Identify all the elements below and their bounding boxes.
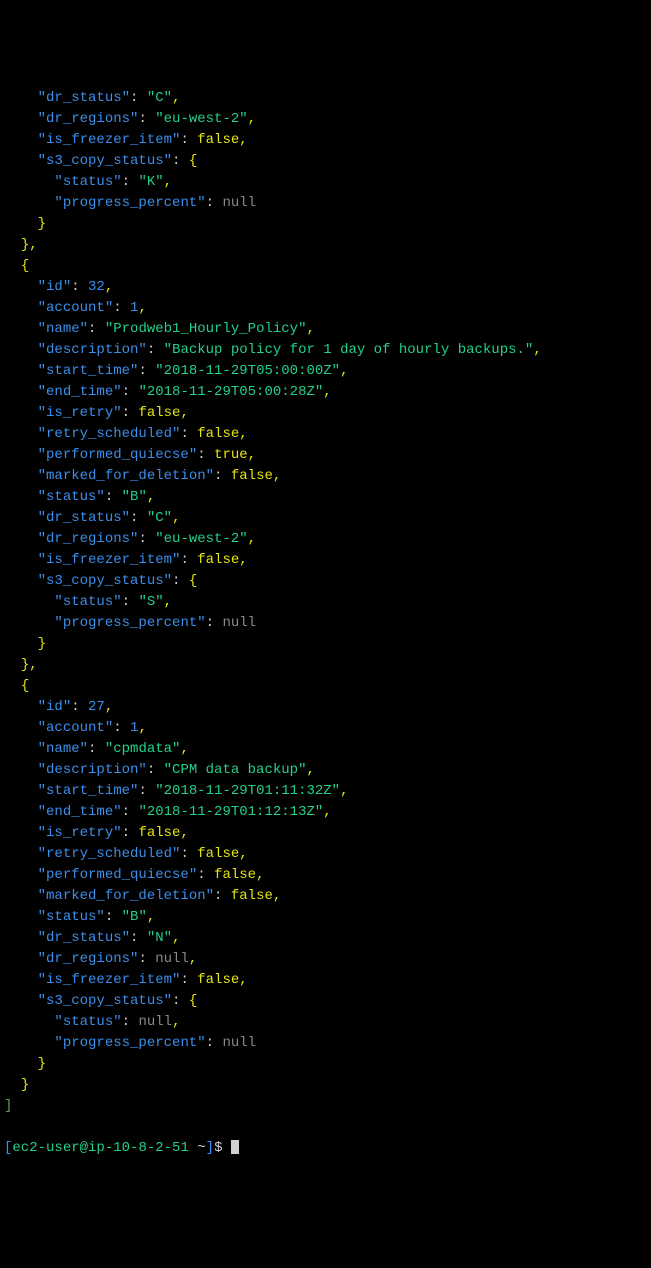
prompt-host: ip-10-8-2-51: [88, 1140, 189, 1156]
prompt-user: ec2-user: [12, 1140, 79, 1156]
prompt-at: @: [80, 1140, 88, 1156]
prompt-open-bracket: [: [4, 1140, 12, 1156]
prompt-path: ~: [189, 1140, 206, 1156]
terminal-output: "dr_status": "C", "dr_regions": "eu-west…: [4, 88, 647, 1117]
prompt-dollar: $: [214, 1140, 222, 1156]
cursor: [231, 1140, 239, 1154]
shell-prompt[interactable]: [ec2-user@ip-10-8-2-51 ~]$: [4, 1138, 647, 1159]
prompt-close-bracket: ]: [206, 1140, 214, 1156]
